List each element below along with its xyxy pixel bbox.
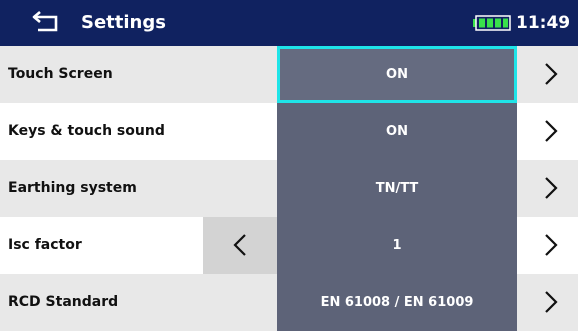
- next-value-button[interactable]: [528, 160, 574, 217]
- page-title: Settings: [81, 12, 166, 33]
- setting-row-touch-screen: Touch Screen ON: [0, 46, 578, 103]
- setting-row-isc-factor: Isc factor 1: [0, 217, 578, 274]
- setting-value-touch-screen[interactable]: ON: [277, 46, 517, 103]
- setting-label: RCD Standard: [8, 294, 119, 310]
- back-arrow-icon[interactable]: [32, 8, 62, 34]
- next-value-button[interactable]: [528, 217, 574, 274]
- setting-row-earthing-system: Earthing system TN/TT: [0, 160, 578, 217]
- chevron-right-icon: [545, 291, 558, 313]
- setting-value-text: TN/TT: [375, 181, 419, 196]
- chevron-right-icon: [545, 120, 558, 142]
- clock: 11:49: [516, 13, 571, 33]
- setting-row-rcd-standard: RCD Standard EN 61008 / EN 61009: [0, 274, 578, 331]
- setting-value-text: EN 61008 / EN 61009: [320, 295, 474, 310]
- header-bar: Settings 11:49: [0, 0, 578, 46]
- next-value-button[interactable]: [528, 274, 574, 331]
- setting-value-earthing-system[interactable]: TN/TT: [277, 160, 517, 217]
- prev-value-button[interactable]: [203, 217, 277, 274]
- setting-label: Touch Screen: [8, 66, 113, 82]
- setting-value-text: ON: [386, 67, 408, 82]
- setting-label: Earthing system: [8, 180, 137, 196]
- chevron-right-icon: [545, 63, 558, 85]
- setting-value-text: 1: [392, 238, 402, 253]
- chevron-right-icon: [545, 177, 558, 199]
- setting-label: Keys & touch sound: [8, 123, 165, 139]
- chevron-right-icon: [545, 234, 558, 256]
- setting-value-isc-factor[interactable]: 1: [277, 217, 517, 274]
- chevron-left-icon: [233, 234, 246, 256]
- setting-row-keys-touch-sound: Keys & touch sound ON: [0, 103, 578, 160]
- next-value-button[interactable]: [528, 46, 574, 103]
- next-value-button[interactable]: [528, 103, 574, 160]
- setting-label: Isc factor: [8, 237, 82, 253]
- setting-value-rcd-standard[interactable]: EN 61008 / EN 61009: [277, 274, 517, 331]
- battery-icon: [473, 15, 511, 31]
- setting-value-keys-touch-sound[interactable]: ON: [277, 103, 517, 160]
- setting-value-text: ON: [386, 124, 408, 139]
